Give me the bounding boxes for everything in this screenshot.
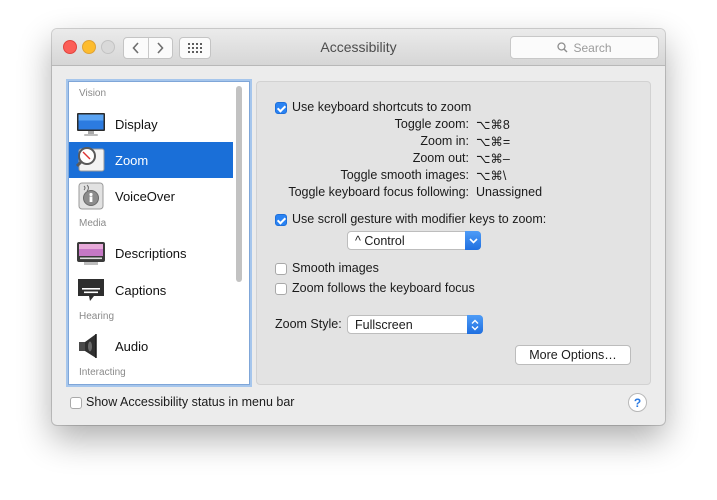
modifier-key-popup[interactable]: ^ Control [347,231,481,250]
sidebar-item-label: Captions [115,282,167,298]
sidebar-item-voiceover[interactable]: VoiceOver [69,178,233,214]
preferences-window: Accessibility Search Vision Display Zoom… [52,29,665,425]
chevron-down-icon [465,231,481,250]
zoom-style-popup[interactable]: Fullscreen [347,315,483,334]
sidebar-item-label: Audio [115,338,149,354]
shortcut-label: Zoom in: [420,134,469,148]
sidebar-item-descriptions[interactable]: Descriptions [69,235,233,271]
sidebar-item-label: VoiceOver [115,188,175,204]
sidebar-scrollbar[interactable] [236,86,242,282]
category-vision: Vision [79,88,107,99]
keyboard-shortcuts-label: Use keyboard shortcuts to zoom [292,100,472,114]
shortcut-value: ⌥⌘= [476,135,511,149]
sidebar-item-audio[interactable]: Audio [69,328,233,364]
zoom-settings-panel: Use keyboard shortcuts to zoom Toggle zo… [256,81,651,385]
sidebar-item-display[interactable]: Display [69,106,233,142]
sidebar-list[interactable]: Vision Display Zoom VoiceOver Media Desc… [68,81,250,385]
zoom-style-value: Fullscreen [355,318,413,332]
shortcut-value: ⌥⌘– [476,152,510,166]
shortcut-value: Unassigned [476,185,543,199]
smooth-images-label: Smooth images [292,261,379,275]
search-field[interactable]: Search [510,36,659,59]
category-interacting: Interacting [79,367,126,378]
shortcut-value: ⌥⌘\ [476,169,507,183]
modifier-key-value: ^ Control [355,234,405,248]
shortcut-label: Toggle smooth images: [340,168,469,182]
shortcut-label: Toggle keyboard focus following: [288,185,469,199]
sidebar-item-label: Zoom [115,152,149,168]
scroll-gesture-checkbox[interactable] [275,214,287,226]
status-menu-checkbox[interactable] [70,397,82,409]
shortcut-label: Zoom out: [412,151,469,165]
follow-focus-checkbox[interactable] [275,283,287,295]
search-placeholder: Search [573,40,612,55]
scroll-gesture-label: Use scroll gesture with modifier keys to… [292,212,547,226]
zoom-icon [75,145,106,175]
category-hearing: Hearing [79,311,115,322]
shortcut-label: Toggle zoom: [394,117,469,131]
title-bar: Accessibility Search [52,29,665,66]
sidebar-item-captions[interactable]: Captions [69,272,233,308]
category-media: Media [79,218,107,229]
smooth-images-checkbox[interactable] [275,263,287,275]
sidebar-item-zoom[interactable]: Zoom [69,142,233,178]
sidebar-item-label: Descriptions [115,245,187,261]
follow-focus-label: Zoom follows the keyboard focus [292,281,475,295]
display-icon [76,109,106,139]
status-menu-label: Show Accessibility status in menu bar [86,395,295,409]
zoom-style-label: Zoom Style: [275,317,342,331]
keyboard-shortcuts-checkbox[interactable] [275,102,287,114]
search-icon [557,42,568,53]
sidebar-item-label: Display [115,116,158,132]
speaker-icon [76,331,106,361]
captions-icon [76,275,106,305]
chevron-updown-icon [467,315,483,334]
shortcut-value: ⌥⌘8 [476,118,510,132]
descriptions-icon [76,238,106,268]
help-button[interactable]: ? [628,393,647,412]
voiceover-icon [76,181,106,211]
more-options-button[interactable]: More Options… [515,345,631,365]
